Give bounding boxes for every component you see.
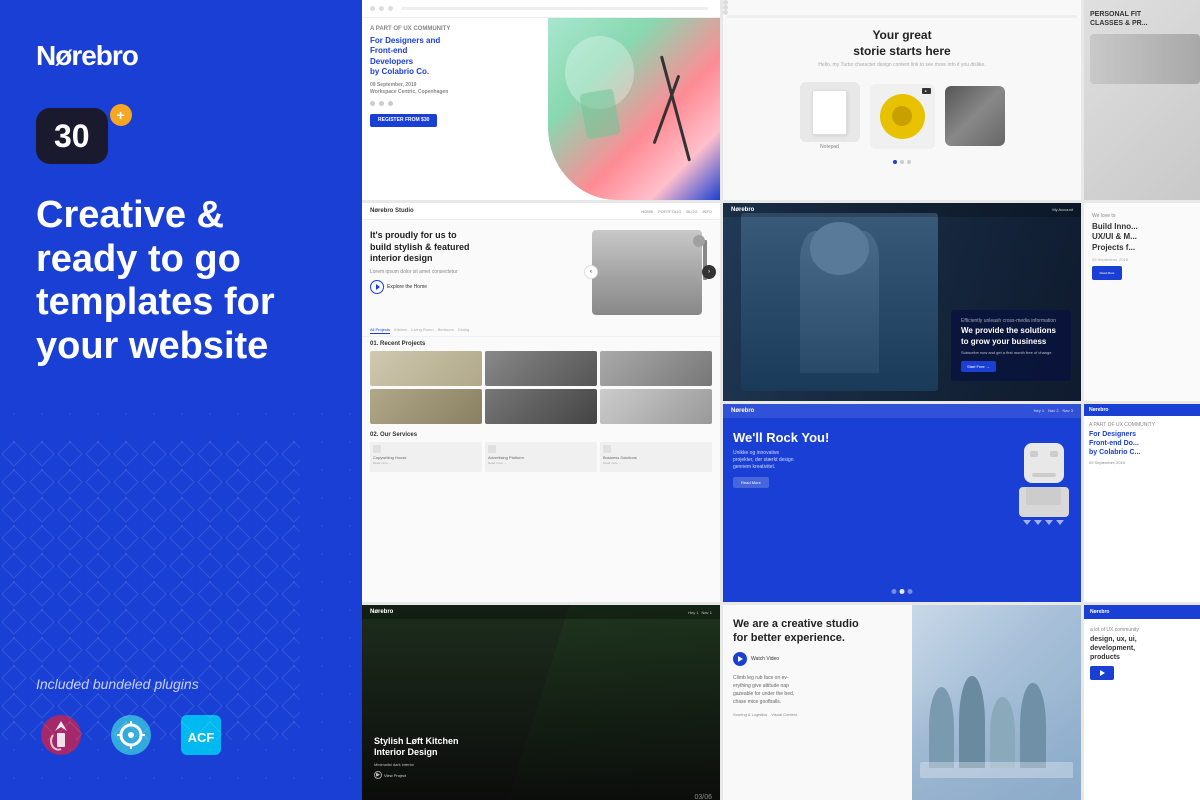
carousel-dot[interactable] <box>893 160 897 164</box>
project-thumb-3 <box>600 351 712 386</box>
rock-logo: Nørebro <box>731 408 754 414</box>
logo: Nørebro <box>36 40 326 72</box>
product-headline: Your greatstorie starts here <box>731 28 1073 59</box>
indicator-dot[interactable] <box>908 589 913 594</box>
template-partial: Nørebro a lot of UX community design, ux… <box>1084 605 1200 800</box>
service-copywriting: Copywriting House Read more → <box>370 442 482 472</box>
designers2-headline: For DesignersFront-end Do...by Colabrio … <box>1089 430 1200 457</box>
plugins-label: Included bundeled plugins <box>36 676 326 692</box>
carousel-dot[interactable] <box>900 160 904 164</box>
template-rock: Nørebro Hey 1 Nav 2 Nav 3 We'll Rock You… <box>723 404 1081 602</box>
ux-btn[interactable]: Read More <box>1092 266 1122 280</box>
studio-team-photo <box>912 605 1081 800</box>
project-thumb-5 <box>485 389 597 424</box>
partial-headline: design, ux, ui,development,products <box>1090 635 1200 662</box>
filter-dining[interactable]: Dining <box>458 327 469 334</box>
partial-logo: Nørebro <box>1090 609 1109 615</box>
services-label: 02. Our Services <box>370 432 712 438</box>
carousel-dot[interactable] <box>907 160 911 164</box>
ux-headline: Build Inno...UX/UI & M...Projects f... <box>1092 222 1198 253</box>
studio-headline: We are a creative studiofor better exper… <box>733 617 902 646</box>
person-image <box>741 213 938 391</box>
kitchen-counter: 03/06 <box>694 794 712 800</box>
template-fitness-partial: PERSONAL FITCLASSES & PR... <box>1084 0 1200 200</box>
logo-text: Nørebro <box>36 40 138 72</box>
filter-all[interactable]: All Projects <box>370 327 390 334</box>
business-logo: Nørebro <box>731 207 754 213</box>
interior-headline: It's proudly for us tobuild stylish & fe… <box>370 230 584 265</box>
templates-grid: A PART OF UX COMMUNITY For Designers and… <box>362 0 1200 800</box>
watch-video-label: Watch Video <box>751 656 779 662</box>
business-cta-btn[interactable]: Start Free → <box>961 361 996 372</box>
business-subtext: Subscribe now and get a first month free… <box>961 350 1061 355</box>
project-thumb-6 <box>600 389 712 424</box>
next-arrow[interactable]: › <box>702 265 716 279</box>
social-dot <box>388 101 393 106</box>
service-business: Business Solutions Read more → <box>600 442 712 472</box>
abstract-headline: A PART OF UX COMMUNITY For Designers and… <box>370 26 558 127</box>
template-business: Nørebro My Account Efficiently unleash c… <box>723 203 1081 401</box>
register-btn[interactable]: REGISTER FROM $30 <box>370 114 437 127</box>
social-dot <box>370 101 375 106</box>
template-designers2: Nørebro A PART OF UX COMMUNITY For Desig… <box>1084 404 1200 602</box>
main-headline: Creative & ready to go templates for you… <box>36 194 326 369</box>
template-ux-partial: We love to Build Inno...UX/UI & M...Proj… <box>1084 203 1200 401</box>
recent-projects-label: 01. Recent Projects <box>370 341 712 347</box>
filter-kitchen[interactable]: Kitchen <box>394 327 407 334</box>
kitchen-headline: Stylish Løft KitchenInterior Design <box>374 736 459 759</box>
rock-cta-btn[interactable]: Read More <box>733 477 769 488</box>
template-studio: We are a creative studiofor better exper… <box>723 605 1081 800</box>
sidebar: Nørebro 30 + Creative & ready to go temp… <box>0 0 362 800</box>
robot-illustration <box>1016 443 1071 513</box>
badge-container: 30 + <box>36 108 326 164</box>
business-headline: We provide the solutions to grow your bu… <box>961 326 1061 347</box>
yoast-plugin-icon <box>36 710 86 760</box>
project-thumb-1 <box>370 351 482 386</box>
fitness-image <box>1090 34 1200 84</box>
filter-bedroom[interactable]: Bedroom <box>438 327 454 334</box>
prev-arrow[interactable]: ‹ <box>584 265 598 279</box>
template-interior: Nørebro Studio HOME PORTFOLIO BLOG INFO … <box>362 203 720 602</box>
indicator-dot[interactable] <box>892 589 897 594</box>
partial-play-btn[interactable] <box>1090 666 1114 680</box>
revslider-plugin-icon <box>106 710 156 760</box>
template-product: Your greatstorie starts here Hello, my T… <box>723 0 1081 200</box>
camera-product <box>945 86 1005 146</box>
notepad-product <box>800 82 860 142</box>
tape-product: ► <box>870 84 935 149</box>
filter-living[interactable]: Living Room <box>411 327 433 334</box>
kitchen-view-btn[interactable]: ▶ View Project <box>374 771 459 779</box>
watch-video-btn[interactable]: Watch Video <box>733 652 902 666</box>
indicator-dot-active[interactable] <box>900 589 905 594</box>
ux-we-love: We love to <box>1092 213 1198 219</box>
kitchen-logo: Nørebro <box>370 609 393 615</box>
designers2-nav: Nørebro <box>1084 404 1200 416</box>
fitness-headline: PERSONAL FITCLASSES & PR... <box>1090 10 1200 28</box>
studio-paragraph: Climb leg rub face on ev-erything give a… <box>733 674 902 706</box>
project-thumb-2 <box>485 351 597 386</box>
badge-plus-icon: + <box>110 104 132 126</box>
social-dot <box>379 101 384 106</box>
svg-text:ACF: ACF <box>188 730 215 745</box>
acf-plugin-icon: ACF <box>176 710 226 760</box>
template-kitchen: Nørebro Hey 1 Nav 1 Stylish Løft Kitchen… <box>362 605 720 800</box>
project-thumb-4 <box>370 389 482 424</box>
explore-btn[interactable]: Explore the Home <box>370 280 584 294</box>
template-abstract: A PART OF UX COMMUNITY For Designers and… <box>362 0 720 200</box>
interior-logo: Nørebro Studio <box>370 208 414 214</box>
template-count-badge: 30 <box>36 108 108 164</box>
plugin-icons-list: ACF <box>36 710 326 760</box>
interior-hero-image <box>592 230 702 315</box>
service-advertising: Advertising Platform Read more → <box>485 442 597 472</box>
plugins-section: Included bundeled plugins <box>36 656 326 760</box>
